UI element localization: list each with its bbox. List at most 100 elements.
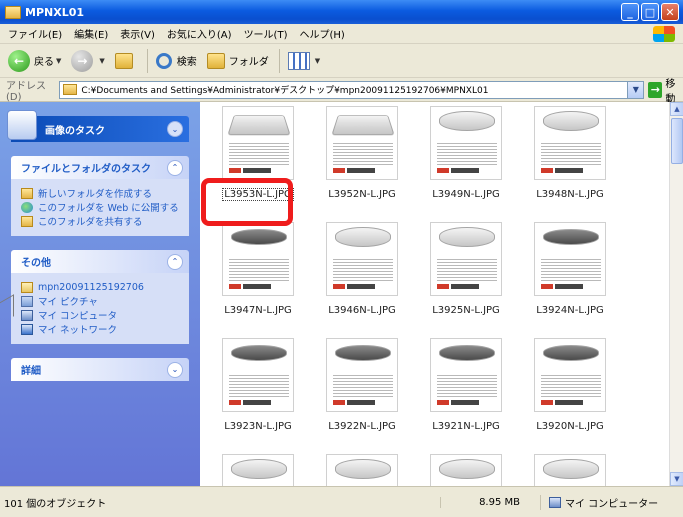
- file-thumbnail[interactable]: [326, 338, 398, 412]
- file-thumbnail[interactable]: [326, 222, 398, 296]
- chevron-up-icon[interactable]: ⌃: [167, 159, 183, 176]
- place-label: マイ ピクチャ: [38, 297, 98, 308]
- file-thumbnail[interactable]: [534, 222, 606, 296]
- folders-label: フォルダ: [228, 57, 269, 68]
- file-thumbnail[interactable]: [534, 338, 606, 412]
- place-my-pictures[interactable]: マイ ピクチャ: [21, 294, 179, 308]
- file-thumbnail[interactable]: [326, 106, 398, 180]
- file-item[interactable]: L3952N-L.JPG: [314, 106, 410, 200]
- spec-text-image: [437, 141, 497, 165]
- vertical-scrollbar[interactable]: ▲ ▼: [669, 102, 683, 486]
- chevron-down-icon[interactable]: ⌄: [167, 121, 183, 137]
- task-pane: 画像のタスク ⌄ ファイルとフォルダのタスク ⌃ 新しいフォルダを作成する この…: [0, 102, 200, 486]
- file-item[interactable]: L3925N-L.JPG: [418, 222, 514, 316]
- file-name[interactable]: L3923N-L.JPG: [210, 421, 306, 432]
- file-item[interactable]: [522, 454, 618, 486]
- file-name[interactable]: L3925N-L.JPG: [418, 305, 514, 316]
- maximize-button[interactable]: □: [641, 3, 659, 21]
- scroll-up-icon[interactable]: ▲: [670, 102, 683, 116]
- spec-text-image: [541, 373, 601, 397]
- file-thumbnail[interactable]: [222, 454, 294, 486]
- search-icon: [155, 52, 172, 69]
- file-name[interactable]: L3921N-L.JPG: [418, 421, 514, 432]
- file-thumbnail[interactable]: [430, 106, 502, 180]
- file-thumbnail[interactable]: [326, 454, 398, 486]
- file-thumbnail[interactable]: [534, 106, 606, 180]
- forward-button[interactable]: → ▼: [71, 49, 105, 72]
- folders-icon: [206, 52, 225, 69]
- details-header[interactable]: 詳細 ⌄: [11, 358, 189, 381]
- file-thumbnail[interactable]: [430, 454, 502, 486]
- file-name-text: L3952N-L.JPG: [328, 189, 396, 200]
- chevron-up-icon[interactable]: ⌃: [167, 253, 183, 270]
- file-name[interactable]: L3947N-L.JPG: [210, 305, 306, 316]
- file-name[interactable]: L3949N-L.JPG: [418, 189, 514, 200]
- file-thumbnail[interactable]: [222, 106, 294, 180]
- file-name-text: L3923N-L.JPG: [224, 421, 292, 432]
- menu-view[interactable]: 表示(V): [120, 26, 155, 41]
- place-label: mpn20091125192706: [38, 281, 144, 293]
- file-name[interactable]: L3946N-L.JPG: [314, 305, 410, 316]
- chevron-down-icon[interactable]: ⌄: [167, 361, 183, 378]
- task-new-folder[interactable]: 新しいフォルダを作成する: [21, 186, 179, 200]
- file-item[interactable]: L3922N-L.JPG: [314, 338, 410, 432]
- go-button[interactable]: → 移動: [648, 75, 683, 105]
- menu-tools[interactable]: ツール(T): [244, 26, 288, 41]
- file-item[interactable]: L3949N-L.JPG: [418, 106, 514, 200]
- file-name[interactable]: L3920N-L.JPG: [522, 421, 618, 432]
- file-thumbnail[interactable]: [222, 338, 294, 412]
- file-item[interactable]: L3921N-L.JPG: [418, 338, 514, 432]
- globe-icon: [21, 201, 33, 213]
- up-folder-button[interactable]: [114, 52, 137, 69]
- file-thumbnail[interactable]: [534, 454, 606, 486]
- ceiling-light-image: [543, 111, 599, 131]
- logo-mark: [347, 284, 375, 289]
- file-name[interactable]: L3952N-L.JPG: [314, 189, 410, 200]
- menu-help[interactable]: ヘルプ(H): [299, 26, 344, 41]
- file-item[interactable]: L3920N-L.JPG: [522, 338, 618, 432]
- file-thumbnail[interactable]: [430, 338, 502, 412]
- folders-button[interactable]: フォルダ: [206, 52, 269, 69]
- file-item[interactable]: [314, 454, 410, 486]
- file-item[interactable]: L3923N-L.JPG: [210, 338, 306, 432]
- file-name[interactable]: L3922N-L.JPG: [314, 421, 410, 432]
- close-button[interactable]: ✕: [661, 3, 679, 21]
- chevron-down-icon[interactable]: ▼: [627, 81, 644, 98]
- back-button[interactable]: ← 戻る ▼: [8, 49, 61, 72]
- scroll-down-icon[interactable]: ▼: [670, 472, 683, 486]
- logo-mark: [437, 168, 449, 173]
- place-my-network[interactable]: マイ ネットワーク: [21, 322, 179, 336]
- file-name-text: L3924N-L.JPG: [536, 305, 604, 316]
- views-button[interactable]: ▼: [287, 51, 320, 70]
- address-input[interactable]: C:¥Documents and Settings¥Administrator¥…: [59, 80, 645, 99]
- toolbar-separator: [146, 48, 148, 73]
- minimize-button[interactable]: _: [621, 3, 639, 21]
- file-name[interactable]: L3948N-L.JPG: [522, 189, 618, 200]
- task-publish-web[interactable]: このフォルダを Web に公開する: [21, 200, 179, 214]
- file-item[interactable]: L3948N-L.JPG: [522, 106, 618, 200]
- search-button[interactable]: 検索: [155, 52, 197, 69]
- menu-edit[interactable]: 編集(E): [74, 26, 108, 41]
- other-places-header[interactable]: その他 ⌃: [11, 250, 189, 273]
- ceiling-light-image: [439, 111, 495, 131]
- file-folder-tasks-header[interactable]: ファイルとフォルダのタスク ⌃: [11, 156, 189, 179]
- file-item[interactable]: L3946N-L.JPG: [314, 222, 410, 316]
- menu-favorites[interactable]: お気に入り(A): [167, 26, 232, 41]
- file-item[interactable]: [210, 454, 306, 486]
- file-thumbnail[interactable]: [430, 222, 502, 296]
- file-thumbnail[interactable]: [222, 222, 294, 296]
- file-item[interactable]: L3924N-L.JPG: [522, 222, 618, 316]
- chevron-down-icon[interactable]: ▼: [56, 57, 61, 65]
- scrollbar-thumb[interactable]: [671, 118, 683, 164]
- picture-tasks-header[interactable]: 画像のタスク ⌄: [7, 110, 189, 142]
- menu-file[interactable]: ファイル(E): [8, 26, 62, 41]
- file-name[interactable]: L3924N-L.JPG: [522, 305, 618, 316]
- place-parent-folder[interactable]: mpn20091125192706: [21, 280, 179, 294]
- spec-text-image: [541, 141, 601, 165]
- place-my-computer[interactable]: マイ コンピュータ: [21, 308, 179, 322]
- chevron-down-icon[interactable]: ▼: [99, 57, 104, 65]
- file-name-text: L3948N-L.JPG: [536, 189, 604, 200]
- task-share-folder[interactable]: このフォルダを共有する: [21, 214, 179, 228]
- file-item[interactable]: [418, 454, 514, 486]
- file-item[interactable]: L3947N-L.JPG: [210, 222, 306, 316]
